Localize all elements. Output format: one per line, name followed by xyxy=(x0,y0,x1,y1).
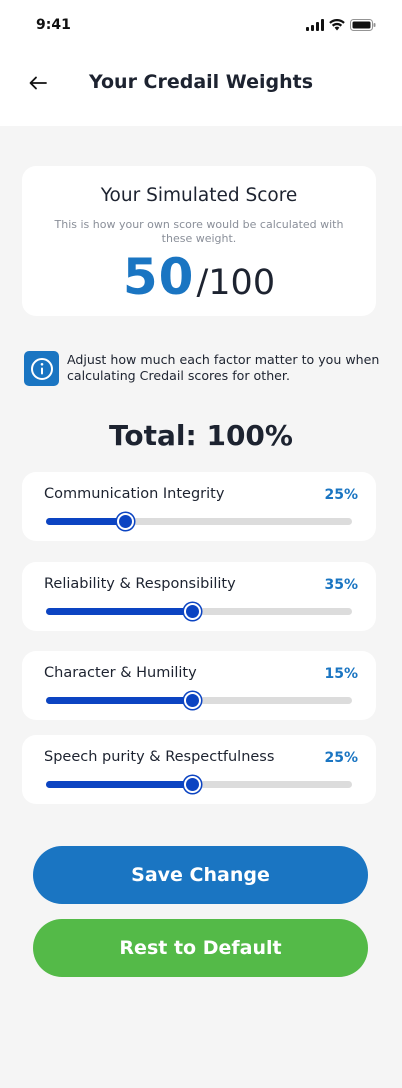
score-out-of: /100 xyxy=(196,263,276,303)
status-icons xyxy=(306,19,376,31)
factor-slider-fill xyxy=(46,697,193,704)
save-change-button[interactable]: Save Change xyxy=(33,846,368,904)
battery-icon xyxy=(350,19,376,31)
info-text: Adjust how much each factor matter to yo… xyxy=(67,352,380,383)
factor-percent: 25% xyxy=(324,750,358,766)
factor-slider-track[interactable] xyxy=(46,776,352,793)
factor-slider-fill xyxy=(46,518,126,525)
wifi-icon xyxy=(329,19,345,31)
factor-label: Speech purity & Respectfulness xyxy=(44,749,275,765)
factor-slider-thumb[interactable] xyxy=(184,776,202,793)
total-percentage: Total: 100% xyxy=(109,419,293,452)
factor-slider-fill xyxy=(46,608,193,615)
factor-percent: 15% xyxy=(324,666,358,682)
factor-percent: 25% xyxy=(324,487,358,503)
app-header: 9:41 Your Credail Weights xyxy=(0,0,402,126)
reset-to-default-button[interactable]: Rest to Default xyxy=(33,919,368,977)
factor-percent: 35% xyxy=(324,577,358,593)
score-number: 50 xyxy=(122,248,195,306)
score-value: 50 /100 xyxy=(22,248,376,306)
factor-slider-fill xyxy=(46,781,193,788)
factor-label: Communication Integrity xyxy=(44,486,225,502)
factor-card-reliability-responsibility: Reliability & Responsibility 35% xyxy=(22,562,376,631)
factor-slider-track[interactable] xyxy=(46,692,352,709)
factor-label: Character & Humility xyxy=(44,665,197,681)
factor-slider-track[interactable] xyxy=(46,603,352,620)
factor-slider-track[interactable] xyxy=(46,513,352,530)
factor-slider-thumb[interactable] xyxy=(184,692,202,709)
score-card-subtitle: This is how your own score would be calc… xyxy=(54,218,344,245)
score-card-title: Your Simulated Score xyxy=(100,185,298,206)
page-title: Your Credail Weights xyxy=(88,71,314,93)
factor-card-communication-integrity: Communication Integrity 25% xyxy=(22,472,376,541)
info-icon xyxy=(24,351,59,386)
cellular-signal-icon xyxy=(306,19,324,31)
factor-slider-thumb[interactable] xyxy=(117,513,135,530)
factor-slider-thumb[interactable] xyxy=(184,603,202,620)
factor-card-speech-purity-respectfulness: Speech purity & Respectfulness 25% xyxy=(22,735,376,804)
status-time: 9:41 xyxy=(36,17,71,33)
factor-label: Reliability & Responsibility xyxy=(44,576,236,592)
info-circle-icon xyxy=(30,357,53,380)
simulated-score-card: Your Simulated Score This is how your ow… xyxy=(22,166,376,316)
factor-card-character-humility: Character & Humility 15% xyxy=(22,651,376,720)
